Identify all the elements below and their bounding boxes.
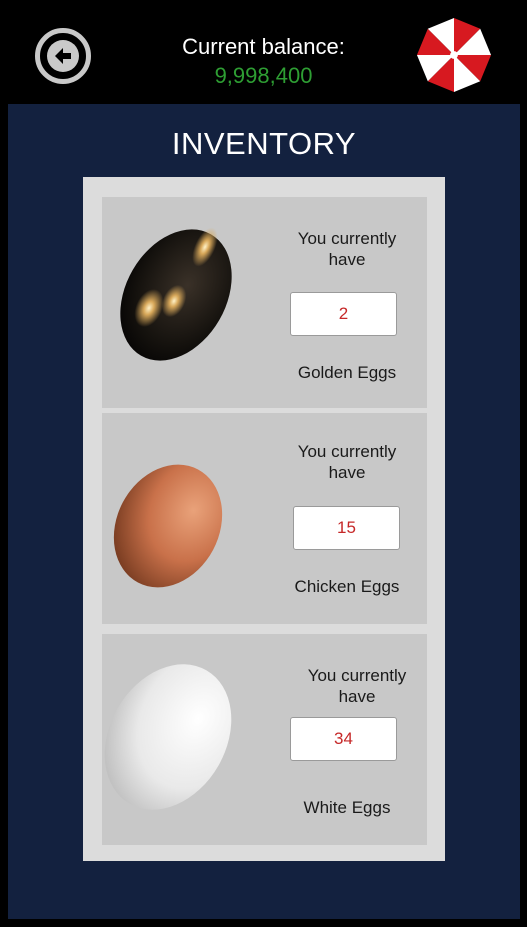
chicken-egg-icon bbox=[113, 464, 223, 588]
page-title: INVENTORY bbox=[171, 126, 357, 161]
balance-value: 9,998,400 bbox=[214, 63, 313, 88]
inventory-screen: INVENTORY You currently have 2 Golden Eg… bbox=[8, 104, 520, 919]
inventory-item-chicken-eggs: You currently have 15 Chicken Eggs bbox=[102, 413, 427, 624]
item-caption: You currently have bbox=[307, 666, 407, 706]
back-arrow-circle-icon[interactable] bbox=[34, 27, 92, 85]
balance-label: Current balance: bbox=[182, 34, 345, 59]
inventory-panel: You currently have 2 Golden Eggs You cur… bbox=[83, 177, 445, 861]
item-name: Chicken Eggs bbox=[294, 577, 400, 596]
item-caption: You currently have bbox=[297, 442, 397, 482]
inventory-item-white-eggs: You currently have 34 White Eggs bbox=[102, 634, 427, 845]
golden-egg-icon bbox=[120, 227, 232, 361]
item-name: Golden Eggs bbox=[297, 363, 397, 382]
top-bar: Current balance: 9,998,400 bbox=[0, 0, 527, 104]
umbrella-logo-icon bbox=[416, 17, 492, 93]
item-count-field[interactable]: 2 bbox=[290, 292, 397, 336]
item-count-field[interactable]: 15 bbox=[293, 506, 400, 550]
inventory-item-golden-eggs: You currently have 2 Golden Eggs bbox=[102, 197, 427, 408]
item-count-field[interactable]: 34 bbox=[290, 717, 397, 761]
item-name: White Eggs bbox=[303, 798, 391, 817]
item-caption: You currently have bbox=[297, 229, 397, 269]
white-egg-icon bbox=[104, 664, 232, 810]
